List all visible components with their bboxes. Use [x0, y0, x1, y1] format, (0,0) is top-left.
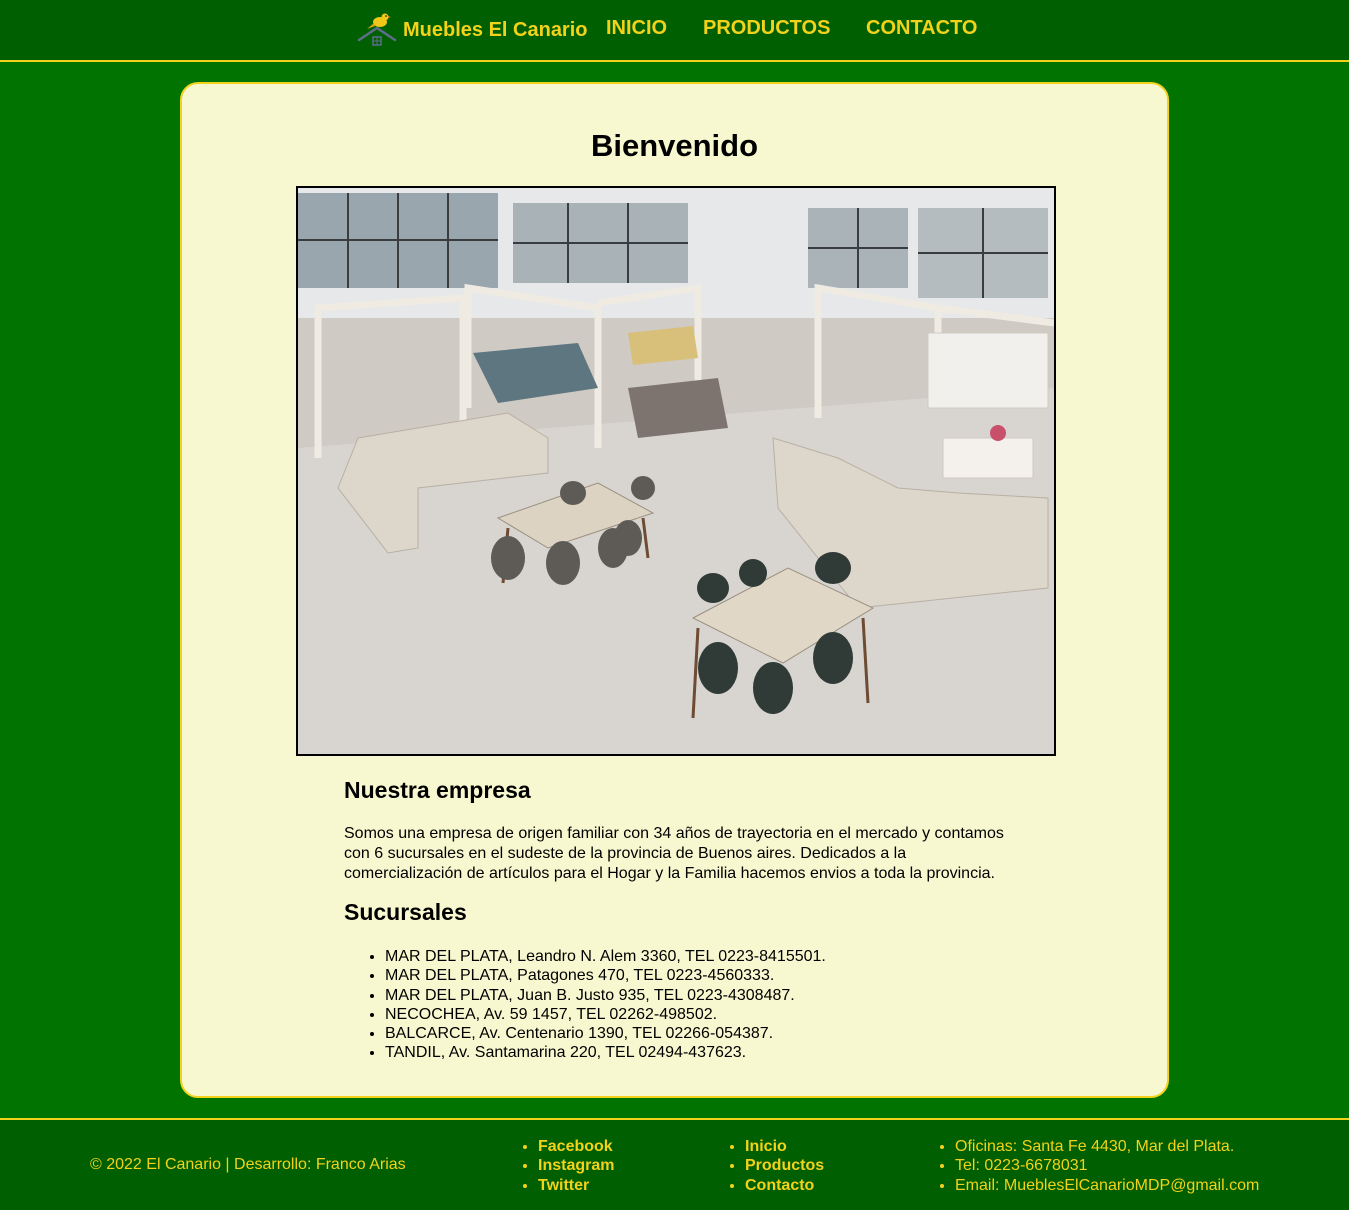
branches-list: MAR DEL PLATA, Leandro N. Alem 3360, TEL…	[385, 947, 826, 1063]
site-footer: © 2022 El Canario | Desarrollo: Franco A…	[0, 1118, 1349, 1210]
footer-contact: Oficinas: Santa Fe 4430, Mar del Plata. …	[955, 1137, 1259, 1195]
showroom-illustration	[298, 188, 1054, 754]
footer-nav-item: Contacto	[745, 1176, 824, 1195]
list-item: MAR DEL PLATA, Patagones 470, TEL 0223-4…	[385, 966, 826, 985]
nav-productos[interactable]: PRODUCTOS	[703, 17, 830, 40]
brand[interactable]: Muebles El Canario	[357, 10, 588, 50]
footer-nav-item: Inicio	[745, 1137, 824, 1156]
social-item: Instagram	[538, 1156, 614, 1175]
email-address: Email: MueblesElCanarioMDP@gmail.com	[955, 1176, 1259, 1195]
list-item: TANDIL, Av. Santamarina 220, TEL 02494-4…	[385, 1043, 826, 1062]
footer-inicio-link[interactable]: Inicio	[745, 1138, 787, 1155]
store-showroom-image	[296, 186, 1056, 756]
list-item: MAR DEL PLATA, Juan B. Justo 935, TEL 02…	[385, 986, 826, 1005]
office-address: Oficinas: Santa Fe 4430, Mar del Plata.	[955, 1137, 1259, 1156]
about-heading: Nuestra empresa	[344, 777, 531, 803]
social-item: Twitter	[538, 1176, 614, 1195]
main-card: Bienvenido Nuestra empresa Somos una emp…	[180, 82, 1169, 1098]
phone-number: Tel: 0223-6678031	[955, 1156, 1259, 1175]
instagram-link[interactable]: Instagram	[538, 1157, 614, 1174]
copyright-text: © 2022 El Canario | Desarrollo: Franco A…	[90, 1156, 406, 1173]
footer-productos-link[interactable]: Productos	[745, 1157, 824, 1174]
twitter-link[interactable]: Twitter	[538, 1177, 589, 1194]
branches-heading: Sucursales	[344, 899, 467, 925]
page-title: Bienvenido	[590, 128, 759, 163]
site-header: Muebles El Canario INICIO PRODUCTOS CONT…	[0, 0, 1349, 62]
nav-inicio[interactable]: INICIO	[606, 17, 667, 40]
list-item: NECOCHEA, Av. 59 1457, TEL 02262-498502.	[385, 1005, 826, 1024]
nav-contacto[interactable]: CONTACTO	[866, 17, 977, 40]
facebook-link[interactable]: Facebook	[538, 1138, 613, 1155]
footer-nav-item: Productos	[745, 1156, 824, 1175]
social-links: Facebook Instagram Twitter	[538, 1137, 614, 1195]
social-item: Facebook	[538, 1137, 614, 1156]
brand-name: Muebles El Canario	[403, 18, 588, 41]
list-item: MAR DEL PLATA, Leandro N. Alem 3360, TEL…	[385, 947, 826, 966]
canary-bird-house-icon	[357, 13, 397, 46]
about-text: Somos una empresa de origen familiar con…	[344, 825, 1004, 882]
footer-nav: Inicio Productos Contacto	[745, 1137, 824, 1195]
footer-contacto-link[interactable]: Contacto	[745, 1177, 814, 1194]
list-item: BALCARCE, Av. Centenario 1390, TEL 02266…	[385, 1024, 826, 1043]
